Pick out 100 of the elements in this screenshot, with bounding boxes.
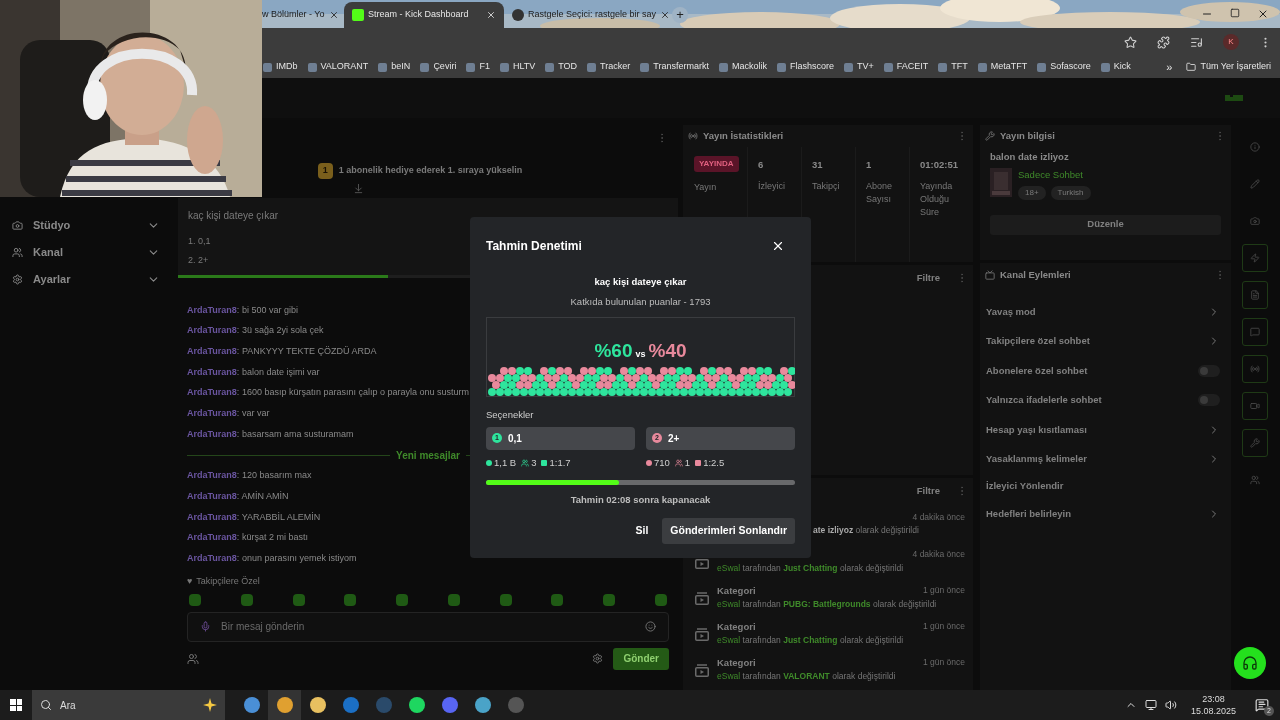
bookmark-link[interactable]: Mackolik bbox=[718, 60, 767, 74]
search-input[interactable]: Ara bbox=[60, 697, 195, 713]
volume-icon[interactable] bbox=[1164, 699, 1177, 711]
emote-icon[interactable] bbox=[240, 593, 253, 606]
channel-action-item[interactable]: Yalnızca ifadelerle sohbet bbox=[985, 385, 1226, 415]
filter-button[interactable]: Filtre bbox=[916, 270, 940, 286]
toggle-switch[interactable] bbox=[1198, 394, 1220, 407]
emoji-icon[interactable] bbox=[645, 621, 656, 633]
channel-action-item[interactable]: İzleyici Yönlendir bbox=[985, 474, 1226, 499]
end-submissions-button[interactable]: Gönderimleri Sonlandır bbox=[662, 518, 795, 545]
bookmark-link[interactable]: beIN bbox=[378, 60, 411, 74]
delete-button[interactable]: Sil bbox=[627, 518, 657, 545]
close-icon[interactable] bbox=[1257, 8, 1269, 20]
profile-avatar[interactable]: K bbox=[1223, 34, 1239, 50]
channel-action-item[interactable]: Yavaş mod bbox=[985, 297, 1226, 327]
category-icon bbox=[695, 663, 709, 677]
close-icon[interactable] bbox=[328, 10, 339, 20]
emote-icon[interactable] bbox=[551, 593, 564, 606]
bookmark-link[interactable]: TV+ bbox=[844, 60, 874, 74]
activity-text: eSwal tarafından Just Chatting olarak değiştirildi bbox=[717, 634, 904, 647]
emote-icon[interactable] bbox=[344, 593, 357, 606]
sparkle-icon bbox=[203, 698, 217, 712]
toggle-switch[interactable] bbox=[1198, 364, 1220, 377]
activity-text: eSwal tarafından Just Chatting olarak değiştirildi bbox=[717, 562, 904, 575]
emote-icon[interactable] bbox=[189, 593, 201, 606]
maximize-icon[interactable] bbox=[1230, 8, 1240, 18]
bookmark-icon bbox=[466, 62, 476, 72]
emote-icon[interactable] bbox=[447, 593, 460, 606]
sidebar-item[interactable]: Kanal bbox=[12, 239, 160, 266]
emote-icon[interactable] bbox=[396, 593, 409, 606]
bookmark-link[interactable]: TOD bbox=[545, 60, 578, 74]
browser-tab[interactable]: Rastgele Seçici: rastgele bir say bbox=[504, 2, 664, 28]
document-icon[interactable] bbox=[1242, 281, 1268, 309]
more-bookmarks-button[interactable]: » bbox=[1166, 58, 1173, 76]
stat-label: Abone Sayısı bbox=[866, 180, 894, 207]
panel-title: Kanal Eylemleri bbox=[1000, 267, 1072, 282]
close-icon[interactable] bbox=[486, 10, 496, 20]
ratio-stat: 1:1.7 bbox=[541, 455, 571, 470]
stat-label: Takipçi bbox=[812, 180, 841, 194]
media-icon[interactable] bbox=[1190, 35, 1203, 49]
bookmark-link[interactable]: Kick bbox=[1100, 60, 1131, 74]
settings-icon[interactable] bbox=[592, 653, 604, 665]
bookmark-link[interactable]: HLTV bbox=[499, 60, 536, 74]
points-icon[interactable] bbox=[187, 652, 199, 665]
chat-message: ArdaTuran8: basarsam ama susturamam bbox=[187, 427, 354, 441]
browser-tab[interactable]: w Bölümler - Yo bbox=[262, 2, 344, 28]
bookmark-link[interactable]: VALORANT bbox=[307, 60, 369, 74]
channel-action-item[interactable]: Hesap yaşı kısıtlaması bbox=[985, 415, 1226, 445]
bookmark-link[interactable]: TFT bbox=[938, 60, 968, 74]
bookmark-link[interactable]: Transfermarkt bbox=[640, 60, 709, 74]
notifications-icon[interactable] bbox=[1255, 698, 1269, 712]
bookmark-star-icon[interactable] bbox=[1124, 35, 1137, 49]
prediction-question: kaç kişi dateye çıkar bbox=[593, 275, 688, 289]
emote-icon[interactable] bbox=[603, 593, 616, 606]
lightning-icon[interactable] bbox=[1242, 244, 1268, 272]
sidebar-item[interactable]: Stüdyo bbox=[12, 212, 160, 239]
channel-icon bbox=[985, 270, 995, 280]
message-bar[interactable]: Bir mesaj gönderin bbox=[187, 611, 669, 642]
emote-icon[interactable] bbox=[292, 593, 305, 606]
bookmark-link[interactable]: Flashscore bbox=[776, 60, 834, 74]
category-link[interactable]: Sadece Sohbet bbox=[1018, 168, 1091, 183]
tab-title: w Bölümler - Yo bbox=[262, 8, 325, 22]
emote-icon[interactable] bbox=[654, 593, 667, 606]
trophy-icon bbox=[695, 459, 702, 466]
channel-action-item[interactable]: Abonelere özel sohbet bbox=[985, 356, 1226, 386]
emote-icon[interactable] bbox=[499, 593, 512, 606]
bookmark-link[interactable]: FACEIT bbox=[883, 60, 929, 74]
taskbar-search-field[interactable]: Ara bbox=[32, 690, 225, 720]
bookmark-link[interactable]: IMDb bbox=[263, 60, 298, 74]
wrench-icon[interactable] bbox=[1242, 429, 1268, 457]
bookmark-link[interactable]: Sofascore bbox=[1037, 60, 1091, 74]
broadcast-icon bbox=[688, 131, 698, 141]
activity-text: ate izliyoz olarak değiştirildi bbox=[813, 524, 919, 537]
channel-action-item[interactable]: Takipçilere özel sohbet bbox=[985, 326, 1226, 356]
start-icon[interactable] bbox=[10, 699, 22, 711]
bookmark-link[interactable]: Tracker bbox=[587, 60, 631, 74]
bookmark-icon bbox=[378, 62, 388, 72]
channel-action-item[interactable]: Hedefleri belirleyin bbox=[985, 499, 1226, 529]
clock-time: 23:08 bbox=[1202, 693, 1225, 705]
video-icon[interactable] bbox=[1242, 392, 1268, 420]
bookmark-icon bbox=[776, 62, 786, 72]
bookmark-link[interactable]: MetaTFT bbox=[977, 60, 1028, 74]
bookmark-icon bbox=[499, 62, 509, 72]
bookmark-link[interactable]: F1 bbox=[466, 60, 490, 74]
chat-message: ArdaTuran8: 120 basarım max bbox=[187, 469, 312, 483]
filter-button[interactable]: Filtre bbox=[916, 483, 940, 499]
browser-tab[interactable]: Stream - Kick Dashboard bbox=[344, 2, 504, 28]
expand-icon[interactable] bbox=[352, 183, 364, 194]
edit-button[interactable]: Düzenle bbox=[990, 214, 1221, 235]
extensions-icon[interactable] bbox=[1157, 35, 1170, 49]
send-button[interactable]: Gönder bbox=[613, 647, 669, 670]
bookmark-link[interactable]: Çeviri bbox=[420, 60, 457, 74]
message-input[interactable]: Bir mesaj gönderin bbox=[221, 619, 635, 635]
close-icon[interactable] bbox=[660, 10, 671, 20]
broadcast-icon[interactable] bbox=[1242, 355, 1268, 383]
all-bookmarks-link[interactable]: Tüm Yer İşaretleri bbox=[1186, 60, 1271, 74]
sidebar-item[interactable]: Ayarlar bbox=[12, 266, 160, 293]
channel-action-item[interactable]: Yasaklanmış kelimeler bbox=[985, 444, 1226, 474]
close-icon[interactable] bbox=[771, 239, 785, 253]
users-stat: 3 bbox=[521, 455, 537, 470]
